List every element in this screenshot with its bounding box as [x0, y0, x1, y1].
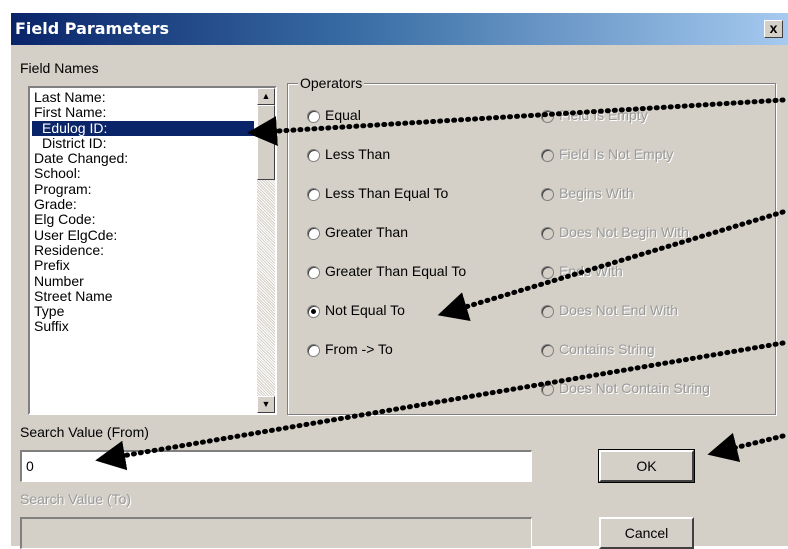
annotation-arrow-to-operator — [437, 209, 786, 322]
annotation-arrow-to-field — [247, 97, 786, 147]
annotation-arrow-to-ok — [707, 432, 786, 462]
annotation-arrows — [95, 97, 786, 471]
annotation-arrow-to-value — [95, 340, 786, 471]
